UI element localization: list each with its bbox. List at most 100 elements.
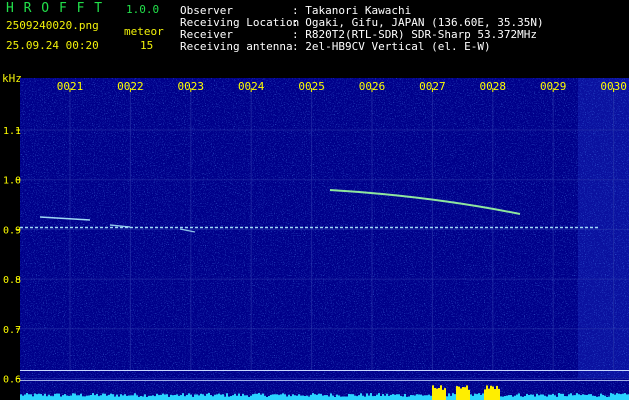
level-bar [454, 394, 456, 400]
level-bar [262, 393, 264, 400]
level-bar [212, 396, 214, 400]
level-bar [232, 395, 234, 400]
level-bar [278, 395, 280, 400]
level-bar [258, 393, 260, 400]
level-bar [564, 396, 566, 400]
level-bar [142, 396, 144, 400]
time-label: 0024 [238, 80, 265, 93]
level-bar [172, 395, 174, 400]
level-bar [98, 396, 100, 400]
level-bar [548, 394, 550, 400]
level-bar [270, 394, 272, 400]
level-bar [554, 395, 556, 400]
level-bar [82, 396, 84, 400]
level-bar [118, 396, 120, 400]
level-bar [384, 395, 386, 400]
level-bar [366, 393, 368, 400]
level-bar [62, 395, 64, 400]
level-bar [54, 393, 56, 400]
level-bar [284, 394, 286, 400]
level-bar [500, 396, 502, 400]
level-bar [464, 387, 466, 400]
level-bar [32, 396, 34, 400]
level-bar [122, 395, 124, 400]
level-bar [50, 396, 52, 400]
level-bar [88, 395, 90, 400]
level-bar [24, 394, 26, 400]
level-bar [420, 394, 422, 400]
level-bar [342, 396, 344, 400]
spectrogram-noise [20, 78, 629, 400]
freq-label: 0.7 [3, 325, 21, 336]
level-bar [432, 385, 434, 400]
level-bar [214, 394, 216, 400]
time-label: 0030 [600, 80, 627, 93]
level-bar [124, 394, 126, 400]
level-bar [452, 393, 454, 400]
level-bar [78, 395, 80, 400]
level-bar [280, 394, 282, 400]
level-bar [236, 395, 238, 400]
level-bar [58, 393, 60, 400]
level-bar [116, 394, 118, 400]
level-bar [108, 394, 110, 400]
level-bar [520, 396, 522, 400]
level-bar [410, 395, 412, 400]
level-bar [296, 395, 298, 400]
level-bar [462, 387, 464, 400]
level-bar [228, 396, 230, 400]
level-bar [450, 395, 452, 400]
level-bar [622, 393, 624, 400]
level-bar [160, 394, 162, 400]
level-bar [358, 395, 360, 400]
level-bar [376, 394, 378, 400]
level-bar [74, 393, 76, 400]
level-bar [570, 393, 572, 400]
level-bar [550, 394, 552, 400]
level-bar [368, 395, 370, 400]
level-bar [254, 393, 256, 400]
time-label: 0026 [359, 80, 386, 93]
level-bar [222, 394, 224, 400]
level-bar [148, 395, 150, 400]
level-bar [324, 395, 326, 400]
level-bar [190, 394, 192, 400]
level-bar [114, 396, 116, 400]
level-bar [268, 395, 270, 400]
level-bar [226, 393, 228, 400]
level-bar [34, 393, 36, 400]
freq-label: 0.8 [3, 275, 21, 286]
level-bar [470, 394, 472, 400]
level-bar [208, 393, 210, 400]
level-bar [610, 393, 612, 400]
level-bar [344, 396, 346, 400]
level-bar [378, 393, 380, 400]
level-bar [176, 394, 178, 400]
level-bar [540, 394, 542, 400]
level-bar [264, 395, 266, 400]
level-bar [524, 395, 526, 400]
level-bar [626, 394, 628, 400]
level-bar [580, 395, 582, 400]
level-bar [112, 394, 114, 400]
level-bar [48, 394, 50, 400]
level-bar [28, 394, 30, 400]
level-bar [282, 393, 284, 400]
freq-axis-labels: 1.1 1.0 0.9 0.8 0.7 0.6 [3, 126, 21, 386]
level-bar [362, 395, 364, 400]
level-bar [182, 393, 184, 400]
level-bar [424, 395, 426, 400]
level-bar [56, 393, 58, 400]
level-bar [300, 395, 302, 400]
level-bar [156, 393, 158, 400]
level-bar [590, 394, 592, 400]
level-bar [588, 394, 590, 400]
level-bar [60, 396, 62, 400]
level-bar [542, 394, 544, 400]
level-bar [76, 395, 78, 400]
level-bar [618, 393, 620, 400]
level-bar [408, 396, 410, 400]
level-bar [68, 395, 70, 400]
level-bar [396, 394, 398, 400]
level-bar [256, 393, 258, 400]
